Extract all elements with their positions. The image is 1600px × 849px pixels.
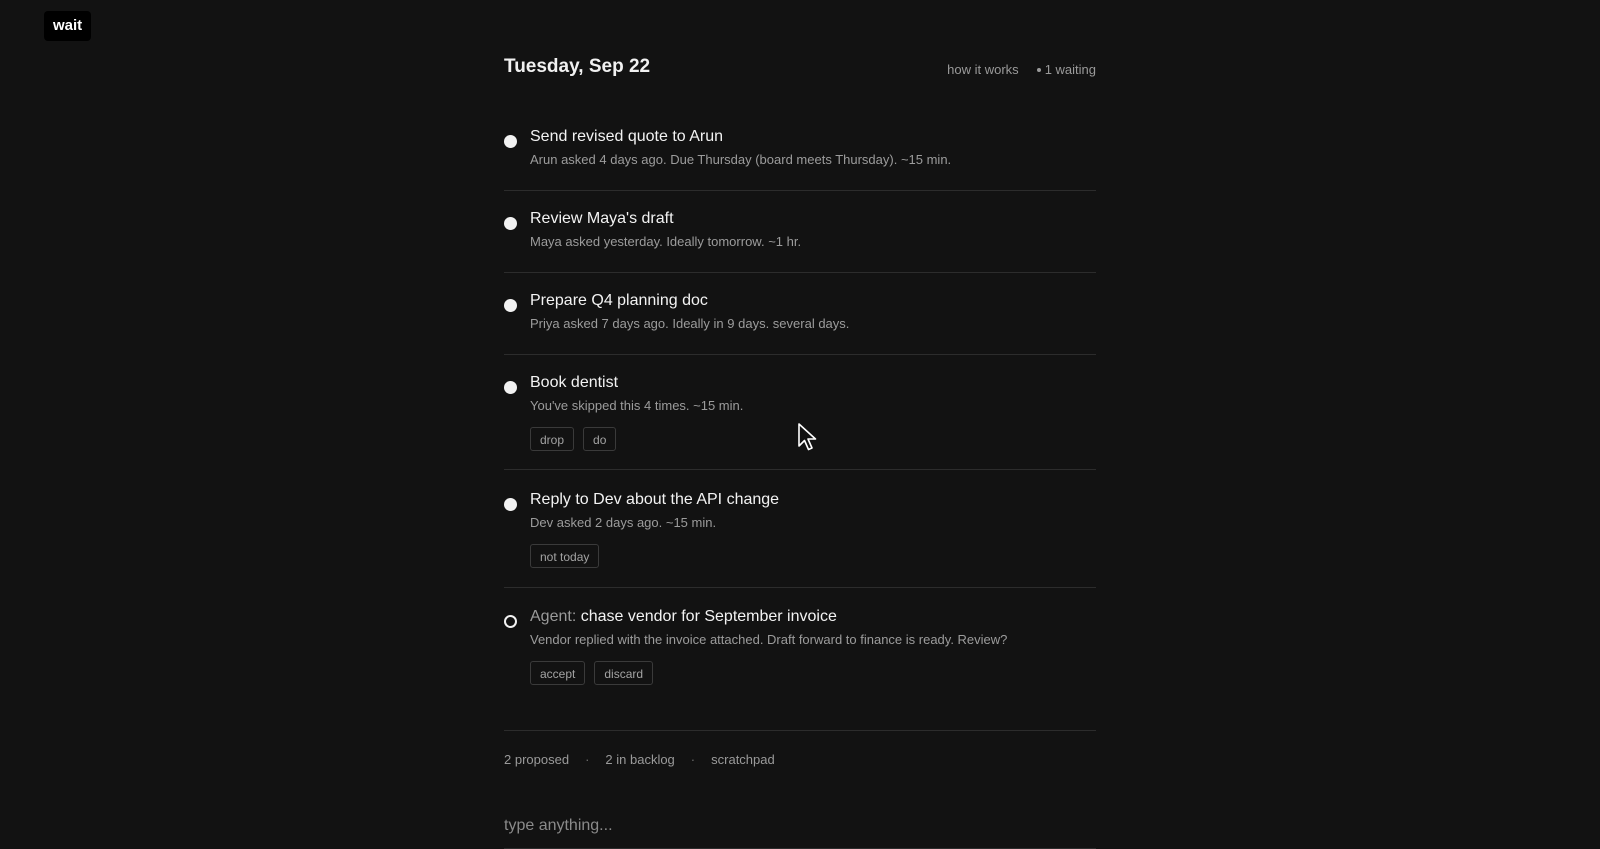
- task-title: Agent: chase vendor for September invoic…: [530, 608, 837, 626]
- task-subtitle: Dev asked 2 days ago. ~15 min.: [530, 515, 717, 530]
- capture-input-wrapper: [504, 812, 1096, 849]
- page-header: Tuesday, Sep 22 how it works 1 waiting: [504, 54, 1096, 84]
- task-title: Reply to Dev about the API change: [530, 491, 780, 508]
- task-subtitle: You've skipped this 4 times. ~15 min.: [530, 398, 744, 413]
- discard-button[interactable]: discard: [594, 661, 654, 685]
- footer-separator: ·: [585, 752, 590, 767]
- agent-bullet-icon[interactable]: [504, 615, 517, 628]
- agent-prefix: Agent:: [530, 608, 577, 625]
- task-bullet-icon[interactable]: [504, 217, 517, 230]
- task-bullet-icon[interactable]: [504, 498, 517, 511]
- waiting-indicator[interactable]: 1 waiting: [1036, 62, 1096, 77]
- task-actions: drop do: [530, 427, 617, 451]
- mouse-pointer-icon: [798, 423, 817, 451]
- task-title: Review Maya's draft: [530, 210, 674, 227]
- accept-button[interactable]: accept: [530, 661, 586, 685]
- task-item[interactable]: Send revised quote to Arun Arun asked 4 …: [504, 128, 1096, 191]
- task-subtitle: Maya asked yesterday. Ideally tomorrow. …: [530, 234, 802, 249]
- task-actions: not today: [530, 544, 600, 568]
- task-item[interactable]: Prepare Q4 planning doc Priya asked 7 da…: [504, 292, 1096, 355]
- task-title: Prepare Q4 planning doc: [530, 292, 708, 309]
- footer-links: 2 proposed · 2 in backlog · scratchpad: [504, 752, 775, 767]
- do-button[interactable]: do: [583, 427, 617, 451]
- app-logo[interactable]: wait: [44, 11, 92, 41]
- drop-button[interactable]: drop: [530, 427, 575, 451]
- task-item[interactable]: Reply to Dev about the API change Dev as…: [504, 491, 1096, 588]
- how-it-works-link[interactable]: how it works: [947, 62, 1019, 77]
- proposed-link[interactable]: 2 proposed: [504, 752, 569, 767]
- header-links: how it works 1 waiting: [947, 62, 1096, 77]
- backlog-link[interactable]: 2 in backlog: [605, 752, 674, 767]
- task-bullet-icon[interactable]: [504, 135, 517, 148]
- task-subtitle: Arun asked 4 days ago. Due Thursday (boa…: [530, 152, 952, 167]
- task-bullet-icon[interactable]: [504, 299, 517, 312]
- task-subtitle: Priya asked 7 days ago. Ideally in 9 day…: [530, 316, 850, 331]
- agent-task-item[interactable]: Agent: chase vendor for September invoic…: [504, 608, 1096, 731]
- waiting-dot-icon: [1036, 67, 1041, 72]
- footer-separator: ·: [690, 752, 696, 767]
- task-title: Book dentist: [530, 374, 619, 391]
- agent-task-title: chase vendor for September invoice: [580, 608, 837, 625]
- scratchpad-link[interactable]: scratchpad: [711, 752, 775, 767]
- task-title: Send revised quote to Arun: [530, 128, 724, 145]
- not-today-button[interactable]: not today: [530, 544, 600, 568]
- task-item[interactable]: Review Maya's draft Maya asked yesterday…: [504, 210, 1096, 273]
- capture-input[interactable]: [504, 812, 1096, 840]
- task-bullet-icon[interactable]: [504, 381, 517, 394]
- waiting-label: 1 waiting: [1044, 62, 1096, 77]
- task-actions: accept discard: [530, 661, 654, 685]
- task-subtitle: Vendor replied with the invoice attached…: [530, 632, 1008, 647]
- page-title: Tuesday, Sep 22: [504, 56, 651, 77]
